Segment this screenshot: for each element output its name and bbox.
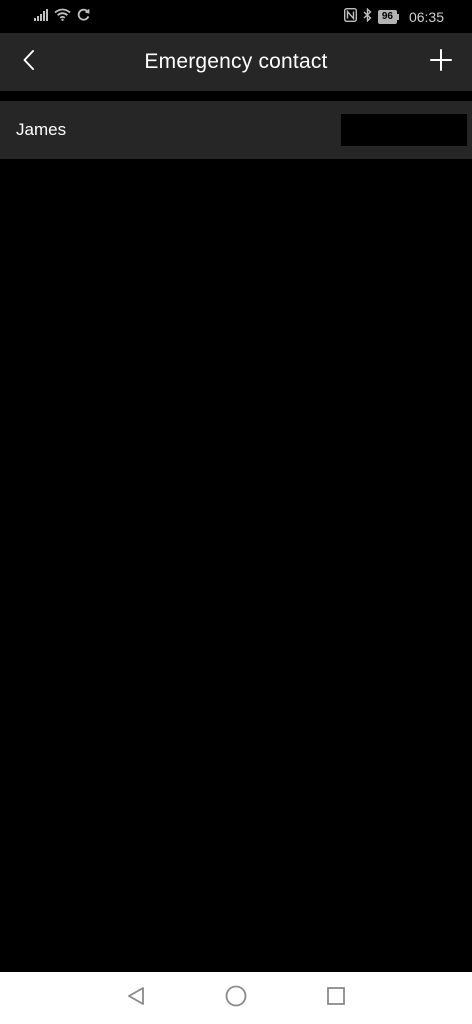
contact-list-item[interactable]: James xyxy=(0,101,472,159)
nav-home-button[interactable] xyxy=(221,984,251,1012)
status-left-group xyxy=(34,8,90,26)
circle-home-icon xyxy=(224,984,248,1013)
contact-list: James xyxy=(0,101,472,159)
battery-level: 96 xyxy=(381,11,393,22)
system-navigation-bar xyxy=(0,972,472,1024)
plus-icon xyxy=(430,48,452,76)
nfc-icon xyxy=(343,7,357,27)
status-right-group: 96 06:35 xyxy=(343,7,444,27)
bluetooth-icon xyxy=(363,7,372,27)
triangle-back-icon xyxy=(125,985,147,1012)
signal-icon xyxy=(34,8,48,26)
add-contact-button[interactable] xyxy=(422,43,460,81)
contact-name: James xyxy=(16,120,67,139)
app-bar: Emergency contact xyxy=(0,33,472,91)
wifi-icon xyxy=(54,8,71,26)
sync-icon xyxy=(77,8,90,26)
square-recents-icon xyxy=(325,985,347,1012)
battery-icon: 96 xyxy=(377,10,400,24)
status-bar: 96 06:35 xyxy=(0,0,472,32)
page-title: Emergency contact xyxy=(144,50,328,73)
status-time: 06:35 xyxy=(408,9,444,25)
nav-back-button[interactable] xyxy=(121,984,151,1012)
nav-recents-button[interactable] xyxy=(321,984,351,1012)
screen: 96 06:35 Emergency contact James xyxy=(0,0,472,1024)
contact-detail-redacted xyxy=(341,114,467,146)
